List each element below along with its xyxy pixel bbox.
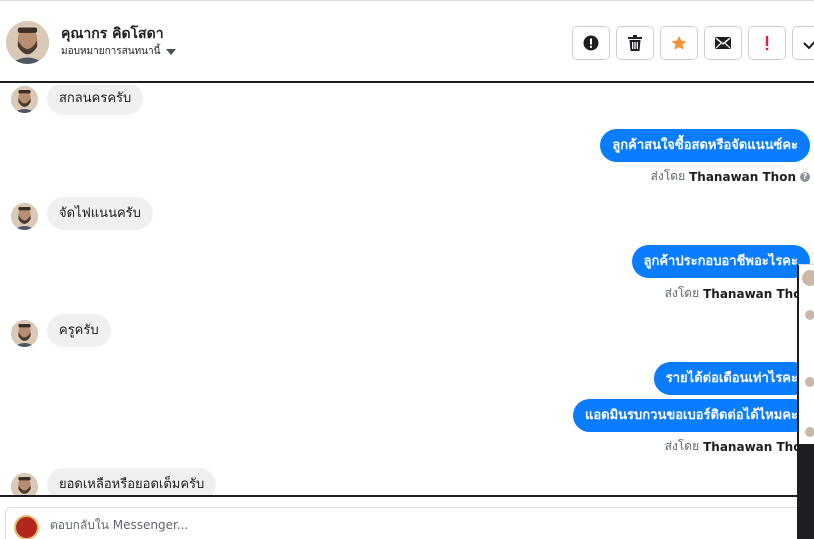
outgoing-message: ลูกค้าประกอบอาชีพอะไรคะ [631,245,810,278]
star-icon [671,35,687,50]
message-thread: สกลนครครับ ลูกค้าสนใจซื้อสดหรือจัดแนนซ์ค… [0,85,814,495]
chevron-down-icon [166,49,177,55]
side-avatar[interactable] [805,427,814,437]
help-icon[interactable]: ? [800,171,810,182]
side-avatar[interactable] [805,310,814,320]
spam-button[interactable] [572,26,610,60]
sent-by-label: ส่งโดย Thanawan Thon ? [651,167,810,186]
outgoing-message: ลูกค้าสนใจซื้อสดหรือจัดแนนซ์คะ [600,129,810,162]
envelope-icon [715,37,731,49]
check-icon [803,40,814,49]
incoming-message: สกลนครครับ [47,85,144,115]
outgoing-message: รายได้ต่อเดือนเท่าไรคะ [653,362,810,395]
sent-by-name[interactable]: Thanawan Thon [689,170,796,184]
reply-composer [5,507,809,539]
outgoing-message: แอดมินรบกวนขอเบอร์ติดต่อได้ไหมคะ [572,399,810,432]
contact-avatar[interactable] [6,21,49,64]
conversation-actions [572,26,814,60]
star-button[interactable] [660,26,698,60]
delete-button[interactable] [616,26,654,60]
contact-avatar-small [11,320,38,347]
incoming-message: จัดไฟแนนครับ [47,197,153,230]
sent-by-name[interactable]: Thanawan Thon [703,440,810,454]
sent-by-label: ส่งโดย Thanawan Thon [665,284,810,303]
sent-by-prefix: ส่งโดย [650,169,686,183]
incoming-message: ครูครับ [47,314,111,347]
exclamation-icon [765,36,769,51]
contact-avatar-small [11,203,38,230]
composer-divider [0,495,814,497]
follow-up-button[interactable] [748,26,786,60]
sent-by-prefix: ส่งโดย [664,286,700,300]
sent-by-name[interactable]: Thanawan Thon [703,287,810,301]
conversation-header: คุณากร คิดโสดา มอบหมายการสนทนานี้ [0,0,814,83]
mark-unread-button[interactable] [704,26,742,60]
contact-name[interactable]: คุณากร คิดโสดา [61,23,164,45]
reply-input[interactable] [50,518,750,532]
page-logo [14,515,39,539]
sent-by-label: ส่งโดย Thanawan Thon [665,437,810,456]
assign-label: มอบหมายการสนทนานี้ [61,46,161,57]
contact-avatar-small [11,86,38,113]
side-avatar[interactable] [805,377,814,387]
incoming-message: ยอดเหลือหรือยอดเต็มครับ [47,468,217,495]
done-button[interactable] [792,26,814,60]
sent-by-prefix: ส่งโดย [664,439,700,453]
inbox-conversation: คุณากร คิดโสดา มอบหมายการสนทนานี้ สกลนคร… [0,0,814,539]
trash-icon [628,35,642,51]
contact-avatar-small [11,473,38,495]
alert-circle-icon [583,35,599,51]
assign-conversation-dropdown[interactable]: มอบหมายการสนทนานี้ [61,44,177,59]
side-avatar[interactable] [802,270,814,286]
side-panel-dark [797,444,814,539]
